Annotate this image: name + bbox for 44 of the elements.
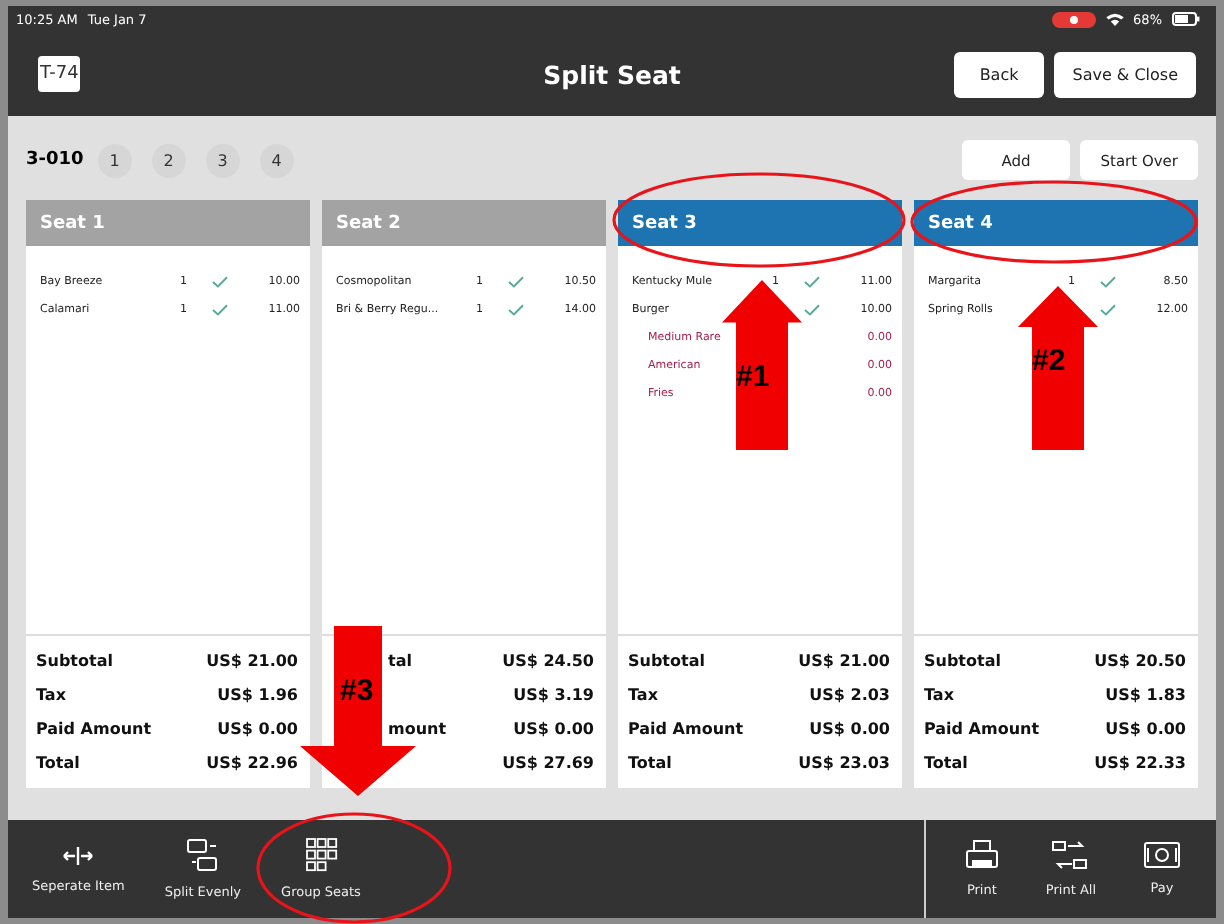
summary-label: Total — [628, 754, 672, 772]
summary-value: US$ 27.69 — [502, 754, 594, 772]
summary-value: US$ 1.96 — [217, 686, 298, 704]
annotation-label: #2 — [1032, 344, 1066, 378]
summary-value: US$ 24.50 — [502, 652, 594, 670]
summary-value: US$ 0.00 — [513, 720, 594, 738]
summary-value: US$ 20.50 — [1094, 652, 1186, 670]
summary-value: US$ 21.00 — [206, 652, 298, 670]
summary-label: tal — [388, 652, 412, 670]
seat-number-button[interactable]: 4 — [259, 143, 294, 177]
summary-value: US$ 3.19 — [513, 686, 594, 704]
summary-label: Total — [924, 754, 968, 772]
summary-label: Tax — [628, 686, 658, 704]
summary-label: mount — [388, 720, 447, 738]
summary-label: Subtotal — [628, 652, 705, 670]
table-badge: T-74 — [38, 56, 81, 92]
summary-value: US$ 2.03 — [809, 686, 890, 704]
summary-value: US$ 0.00 — [217, 720, 298, 738]
header-button[interactable]: Back — [953, 51, 1045, 97]
summary-value: US$ 0.00 — [1105, 720, 1186, 738]
summary-label: Paid Amount — [628, 720, 744, 738]
annotation-label: #1 — [736, 360, 770, 394]
summary-label: Paid Amount — [924, 720, 1040, 738]
check-number: 3-010 — [26, 150, 84, 170]
summary-label: Tax — [924, 686, 954, 704]
seat-header[interactable]: Seat 3 — [618, 200, 902, 246]
seat-number-button[interactable]: 1 — [97, 143, 132, 177]
seat-number-button[interactable]: 3 — [205, 143, 240, 177]
summary-label: Subtotal — [924, 652, 1001, 670]
summary-label: Paid Amount — [36, 720, 152, 738]
screen-title: Split Seat — [541, 59, 683, 89]
summary-label: Subtotal — [36, 652, 113, 670]
summary-value: US$ 22.33 — [1094, 754, 1186, 772]
annotation-label: #3 — [340, 674, 374, 708]
summary-label: Total — [36, 754, 80, 772]
summary-value: US$ 1.83 — [1105, 686, 1186, 704]
seat-number-button[interactable]: 2 — [151, 143, 186, 177]
summary-value: US$ 21.00 — [798, 652, 890, 670]
summary-label: Tax — [36, 686, 66, 704]
summary-value: US$ 22.96 — [206, 754, 298, 772]
header-button[interactable]: Save & Close — [1054, 51, 1196, 97]
summary-value: US$ 0.00 — [809, 720, 890, 738]
summary-value: US$ 23.03 — [798, 754, 890, 772]
seat-header[interactable]: Seat 4 — [914, 200, 1198, 246]
